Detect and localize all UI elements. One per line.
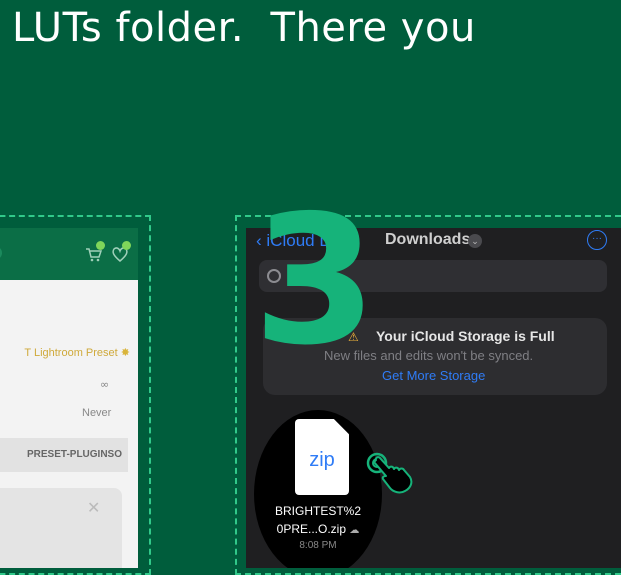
page-title[interactable]: Downloads [385,231,470,249]
get-more-storage-link[interactable]: Get More Storage [382,368,485,383]
preset-code-field[interactable]: PRESET-PLUGINSO [0,438,128,472]
file-name-line2-text: 0PRE...O.zip [276,522,346,536]
more-options-icon[interactable]: ··· [587,230,607,250]
cloud-icon: ☁ [349,525,360,536]
file-name-line2: 0PRE...O.zip ☁ [254,520,382,540]
chevron-down-icon[interactable]: ⌄ [468,234,482,248]
popup-card [0,488,122,568]
expires-value: Never [82,407,112,419]
step-number: 3 [253,177,377,384]
heart-badge [122,241,131,250]
cart-badge [96,241,105,250]
web-header [0,228,138,280]
product-title[interactable]: T Lightroom Preset ✸ [0,346,130,359]
web-screenshot: T Lightroom Preset ✸ ∞ Never PRESET-PLUG… [0,228,138,568]
logo-icon [0,246,2,260]
storage-title: Your iCloud Storage is Full [376,328,555,344]
sparkle-icon: ✸ [120,347,130,359]
product-title-text: T Lightroom Preset [24,347,118,359]
caption-text: LUTs folder. There you [12,5,476,51]
quantity-infinity: ∞ [100,378,110,391]
close-icon[interactable]: ✕ [87,498,100,517]
file-name: BRIGHTEST%2 0PRE...O.zip ☁ [254,502,382,540]
tap-hand-icon [366,452,413,494]
zip-file-icon: zip [295,419,349,495]
file-time: 8:08 PM [299,540,337,551]
zip-file-type: zip [309,449,335,471]
